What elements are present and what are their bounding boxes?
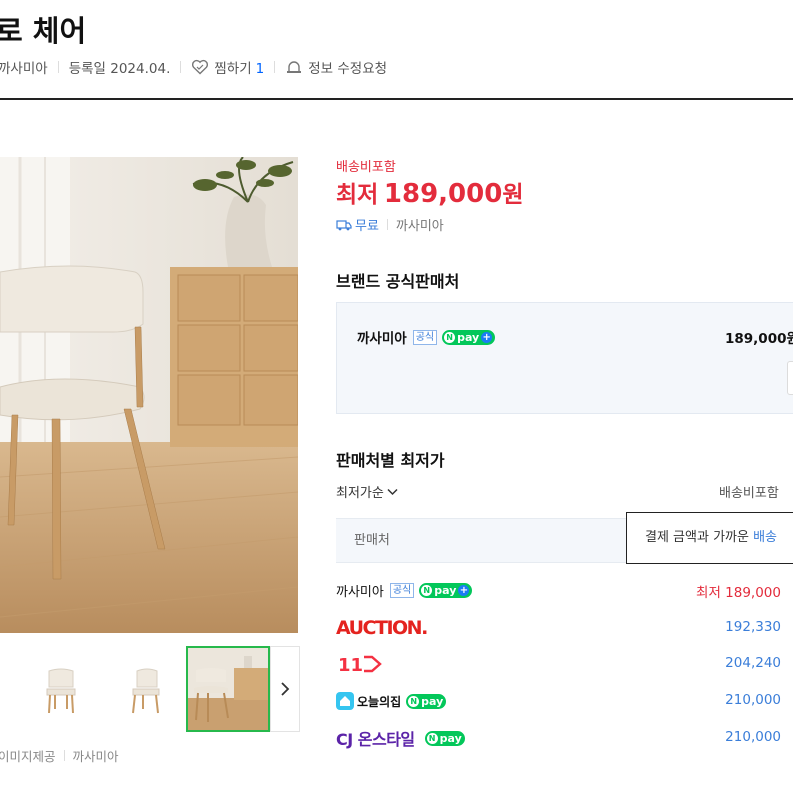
delivery-info: 무료 까사미아 — [336, 215, 444, 234]
brand-seller-card[interactable]: 까사미아 공식 Npay + 189,000원 — [336, 302, 793, 414]
divider — [63, 750, 65, 761]
eleven-text: 11 — [338, 655, 363, 675]
offer-price: 최저 189,000 — [696, 585, 781, 601]
product-title: 로 체어 — [0, 14, 87, 48]
offer-price: 192,330 — [725, 619, 781, 635]
lowest-amount: 189,000 — [383, 179, 503, 209]
offer-row[interactable]: 11 204,240 — [336, 650, 793, 678]
truck-icon — [336, 219, 352, 230]
offer-seller-name: 까사미아 — [336, 584, 384, 600]
registered-date: 등록일 2024.04. — [68, 61, 171, 77]
image-credit-seller: 까사미아 — [72, 749, 119, 764]
naver-n-icon: N — [444, 331, 456, 343]
npay-label: pay — [421, 694, 444, 708]
naver-n-icon: N — [426, 732, 438, 744]
npay-label: pay — [439, 731, 462, 745]
delivery-free: 무료 — [355, 219, 379, 234]
npay-label: pay — [434, 583, 457, 597]
npay-badge: Npay + — [419, 582, 473, 598]
image-credit: 이미지제공 까사미아 — [0, 746, 119, 765]
brand-seller-row: 까사미아 공식 Npay + — [357, 327, 496, 347]
brand-seller-price: 189,000원 — [725, 331, 793, 347]
image-credit-label: 이미지제공 — [0, 749, 56, 764]
offer-seller: AUCTION. — [336, 614, 428, 642]
plus-icon: + — [458, 584, 470, 596]
brand-seller-name[interactable]: 까사미아 — [357, 327, 407, 347]
npay-badge: Npay — [406, 693, 447, 709]
like-label: 찜하기 — [214, 61, 252, 77]
divider — [57, 61, 59, 73]
payment-hint-tooltip: 결제 금액과 가까운 배송 — [626, 512, 793, 564]
thumbnail-next-button[interactable] — [270, 646, 300, 732]
ohouse-logo: 오늘의집 — [336, 692, 401, 710]
header-divider — [0, 98, 793, 100]
currency: 원 — [502, 182, 524, 208]
chevron-down-icon — [387, 488, 398, 495]
shipping-included-note: 배송비포함 — [336, 160, 396, 175]
11st-logo: 11 — [338, 655, 382, 675]
naver-n-icon: N — [421, 584, 433, 596]
report-button[interactable]: 정보 수정요청 — [308, 57, 387, 77]
offer-row[interactable]: CJ 온스타일 Npay 210,000 — [336, 724, 793, 752]
offer-row[interactable]: 오늘의집 Npay 210,000 — [336, 687, 793, 715]
main-product-image[interactable] — [0, 157, 298, 633]
official-badge: 공식 — [389, 582, 415, 598]
lowest-label: 최저 — [336, 182, 379, 208]
thumbnail[interactable] — [18, 646, 102, 732]
shipping-included-toggle[interactable]: 배송비포함 — [719, 482, 779, 501]
ohouse-name: 오늘의집 — [357, 694, 402, 709]
seller-column-header: 판매처 — [336, 518, 628, 563]
npay-badge: Npay — [424, 730, 465, 746]
auction-logo: AUCTION. — [336, 617, 428, 639]
offer-seller: 까사미아 공식 Npay + — [336, 576, 473, 604]
official-badge: 공식 — [412, 329, 438, 345]
payment-hint-highlight: 배송 — [753, 530, 778, 545]
payment-hint-text: 결제 금액과 가까운 — [645, 530, 749, 545]
plus-icon: + — [481, 331, 493, 343]
sort-dropdown[interactable]: 최저가순 — [336, 482, 398, 501]
lowest-price: 최저 189,000원 — [336, 175, 524, 209]
chevron-right-icon — [281, 682, 290, 696]
thumbnail-strip — [0, 646, 300, 734]
sort-label: 최저가순 — [336, 486, 384, 501]
naver-n-icon: N — [408, 695, 420, 707]
offer-price: 210,000 — [725, 692, 781, 708]
offer-price: 210,000 — [725, 729, 781, 745]
divider — [274, 61, 276, 73]
divider — [386, 219, 388, 230]
like-count: 1 — [255, 61, 265, 77]
heart-icon[interactable] — [191, 59, 209, 75]
offer-row[interactable]: AUCTION. 192,330 — [336, 614, 793, 642]
cj-onstyle-logo: CJ 온스타일 — [336, 730, 415, 749]
npay-label: pay — [457, 330, 480, 344]
house-icon — [336, 692, 354, 710]
thumbnail[interactable] — [102, 646, 186, 732]
brand-section-heading: 브랜드 공식판매처 — [336, 272, 460, 291]
offer-seller: CJ 온스타일 Npay — [336, 724, 465, 752]
report-icon[interactable] — [285, 59, 303, 75]
meta-seller[interactable]: 까사미아 — [0, 57, 48, 77]
like-button[interactable]: 찜하기 1 — [214, 57, 264, 77]
product-meta: 까사미아 등록일 2024.04. 찜하기 1 정보 수정요청 — [0, 57, 387, 77]
offer-seller: 오늘의집 Npay — [336, 687, 447, 715]
offer-row[interactable]: 까사미아 공식 Npay + 최저 189,000 — [336, 576, 793, 604]
thumbnail-selected[interactable] — [186, 646, 270, 732]
offer-seller: 11 — [336, 650, 384, 678]
npay-badge: Npay + — [442, 329, 496, 345]
offer-price: 204,240 — [725, 655, 781, 671]
seller-section-heading: 판매처별 최저가 — [336, 451, 445, 470]
delivery-seller[interactable]: 까사미아 — [396, 215, 444, 234]
brand-buy-button[interactable] — [787, 361, 793, 395]
divider — [180, 61, 182, 73]
